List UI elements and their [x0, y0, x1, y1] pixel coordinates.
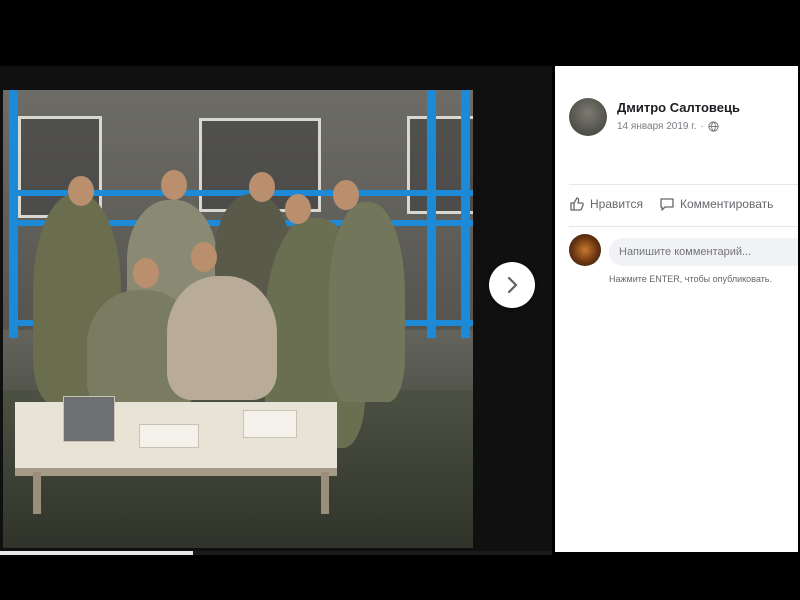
photo-railing	[427, 90, 436, 338]
photo-head	[249, 172, 275, 202]
photo-table-leg	[33, 472, 41, 514]
chevron-right-icon	[507, 276, 518, 294]
post-info-panel: Дмитро Салтовець 14 января 2019 г. · Нра…	[555, 66, 798, 552]
post-actions: Нравится Комментировать	[569, 196, 798, 212]
comment-icon	[660, 198, 674, 211]
photo-paper	[63, 396, 115, 442]
photo-person	[329, 202, 405, 402]
divider	[569, 184, 798, 185]
globe-icon	[708, 121, 719, 132]
photo-head	[161, 170, 187, 200]
photo-viewer	[0, 66, 552, 552]
like-label: Нравится	[590, 197, 643, 211]
photo-head	[333, 180, 359, 210]
comment-hint: Нажмите ENTER, чтобы опубликовать.	[609, 274, 772, 284]
next-photo-button[interactable]	[489, 262, 535, 308]
post-meta: 14 января 2019 г. ·	[617, 121, 719, 132]
date-separator: ·	[700, 121, 704, 132]
thumbs-up-icon	[570, 197, 584, 211]
photo-person	[167, 276, 277, 400]
photo-railing	[461, 90, 470, 338]
commenter-avatar	[569, 234, 601, 266]
comment-button[interactable]: Комментировать	[659, 196, 773, 212]
comment-input[interactable]	[609, 238, 798, 266]
post-date[interactable]: 14 января 2019 г.	[617, 121, 696, 132]
video-progress-fill	[0, 551, 194, 555]
photo-paper	[243, 410, 297, 438]
photo-head	[285, 194, 311, 224]
like-button[interactable]: Нравится	[569, 196, 643, 212]
post-photo[interactable]	[3, 90, 473, 548]
divider	[569, 226, 798, 227]
photo-head	[191, 242, 217, 272]
photo-head	[133, 258, 159, 288]
photo-paper	[139, 424, 199, 448]
comment-label: Комментировать	[679, 197, 774, 211]
video-progress-bar[interactable]	[0, 551, 552, 555]
photo-head	[68, 176, 94, 206]
photo-table-leg	[321, 472, 329, 514]
photo-railing	[9, 90, 18, 338]
author-name[interactable]: Дмитро Салтовець	[617, 100, 740, 115]
author-avatar[interactable]	[569, 98, 607, 136]
